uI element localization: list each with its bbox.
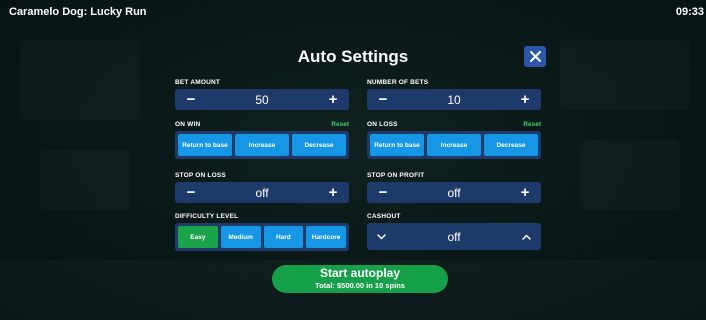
bet-amount-value[interactable]: 50 [255,93,268,107]
stop-on-loss-field: STOP ON LOSS − off + [175,172,349,203]
difficulty-field: DIFFICULTY LEVEL Easy Medium Hard Hardco… [175,213,349,251]
on-win-label: ON WIN [175,121,201,128]
close-icon [529,51,541,62]
number-of-bets-label: NUMBER OF BETS [367,79,429,86]
on-win-return-to-base-button[interactable]: Return to base [178,134,232,156]
bet-amount-label: BET AMOUNT [175,79,221,86]
cashout-field: CASHOUT off [367,213,541,250]
number-of-bets-field: NUMBER OF BETS − 10 + [367,79,541,110]
difficulty-medium-button[interactable]: Medium [220,226,261,248]
on-win-reset-link[interactable]: Reset [331,121,349,128]
modal-title: Auto Settings [297,47,409,66]
bet-amount-field: BET AMOUNT − 50 + [175,79,349,110]
on-win-increase-button[interactable]: Increase [235,134,289,156]
stop-on-loss-value[interactable]: off [255,186,268,200]
on-loss-increase-button[interactable]: Increase [427,134,481,156]
on-loss-label: ON LOSS [367,121,398,128]
on-loss-return-to-base-button[interactable]: Return to base [370,134,424,156]
on-loss-field: ON LOSS Reset Return to base Increase De… [367,121,541,159]
stop-on-loss-plus-button[interactable]: + [326,185,340,200]
stop-on-profit-minus-button[interactable]: − [376,185,390,200]
on-loss-options: Return to base Increase Decrease [367,131,541,159]
chevron-down-icon[interactable] [377,233,386,240]
clock: 09:33 [675,6,704,18]
on-loss-reset-link[interactable]: Reset [523,121,541,128]
cashout-dropdown[interactable]: off [367,223,541,250]
bet-amount-stepper: − 50 + [175,89,349,110]
start-autoplay-label: Start autoplay [319,266,400,280]
game-title: Caramelo Dog: Lucky Run [9,6,147,18]
stop-on-profit-plus-button[interactable]: + [518,185,532,200]
difficulty-label: DIFFICULTY LEVEL [175,213,239,220]
chevron-up-icon[interactable] [522,233,531,240]
close-button[interactable] [524,46,546,67]
difficulty-hardcore-button[interactable]: Hardcore [306,226,346,248]
stop-on-profit-value[interactable]: off [447,186,460,200]
difficulty-easy-button[interactable]: Easy [178,226,218,248]
on-win-decrease-button[interactable]: Decrease [292,134,346,156]
on-loss-decrease-button[interactable]: Decrease [484,134,538,156]
on-win-field: ON WIN Reset Return to base Increase Dec… [175,121,349,159]
cashout-value: off [447,229,461,244]
autoplay-summary: Total: $500.00 in 10 spins [315,281,405,290]
stop-on-loss-label: STOP ON LOSS [175,172,226,179]
stop-on-loss-stepper: − off + [175,182,349,203]
number-of-bets-value[interactable]: 10 [447,93,460,107]
number-of-bets-stepper: − 10 + [367,89,541,110]
stop-on-profit-field: STOP ON PROFIT − off + [367,172,541,203]
number-of-bets-minus-button[interactable]: − [376,92,390,107]
top-bar: Caramelo Dog: Lucky Run 09:33 [0,0,706,22]
stop-on-profit-stepper: − off + [367,182,541,203]
difficulty-hard-button[interactable]: Hard [263,226,304,248]
number-of-bets-plus-button[interactable]: + [518,92,532,107]
bet-amount-minus-button[interactable]: − [184,92,198,107]
cashout-label: CASHOUT [367,213,401,220]
stop-on-loss-minus-button[interactable]: − [184,185,198,200]
bet-amount-plus-button[interactable]: + [326,92,340,107]
difficulty-options: Easy Medium Hard Hardcore [175,223,349,251]
stop-on-profit-label: STOP ON PROFIT [367,172,425,179]
start-autoplay-button[interactable]: Start autoplay Total: $500.00 in 10 spin… [272,265,448,293]
on-win-options: Return to base Increase Decrease [175,131,349,159]
